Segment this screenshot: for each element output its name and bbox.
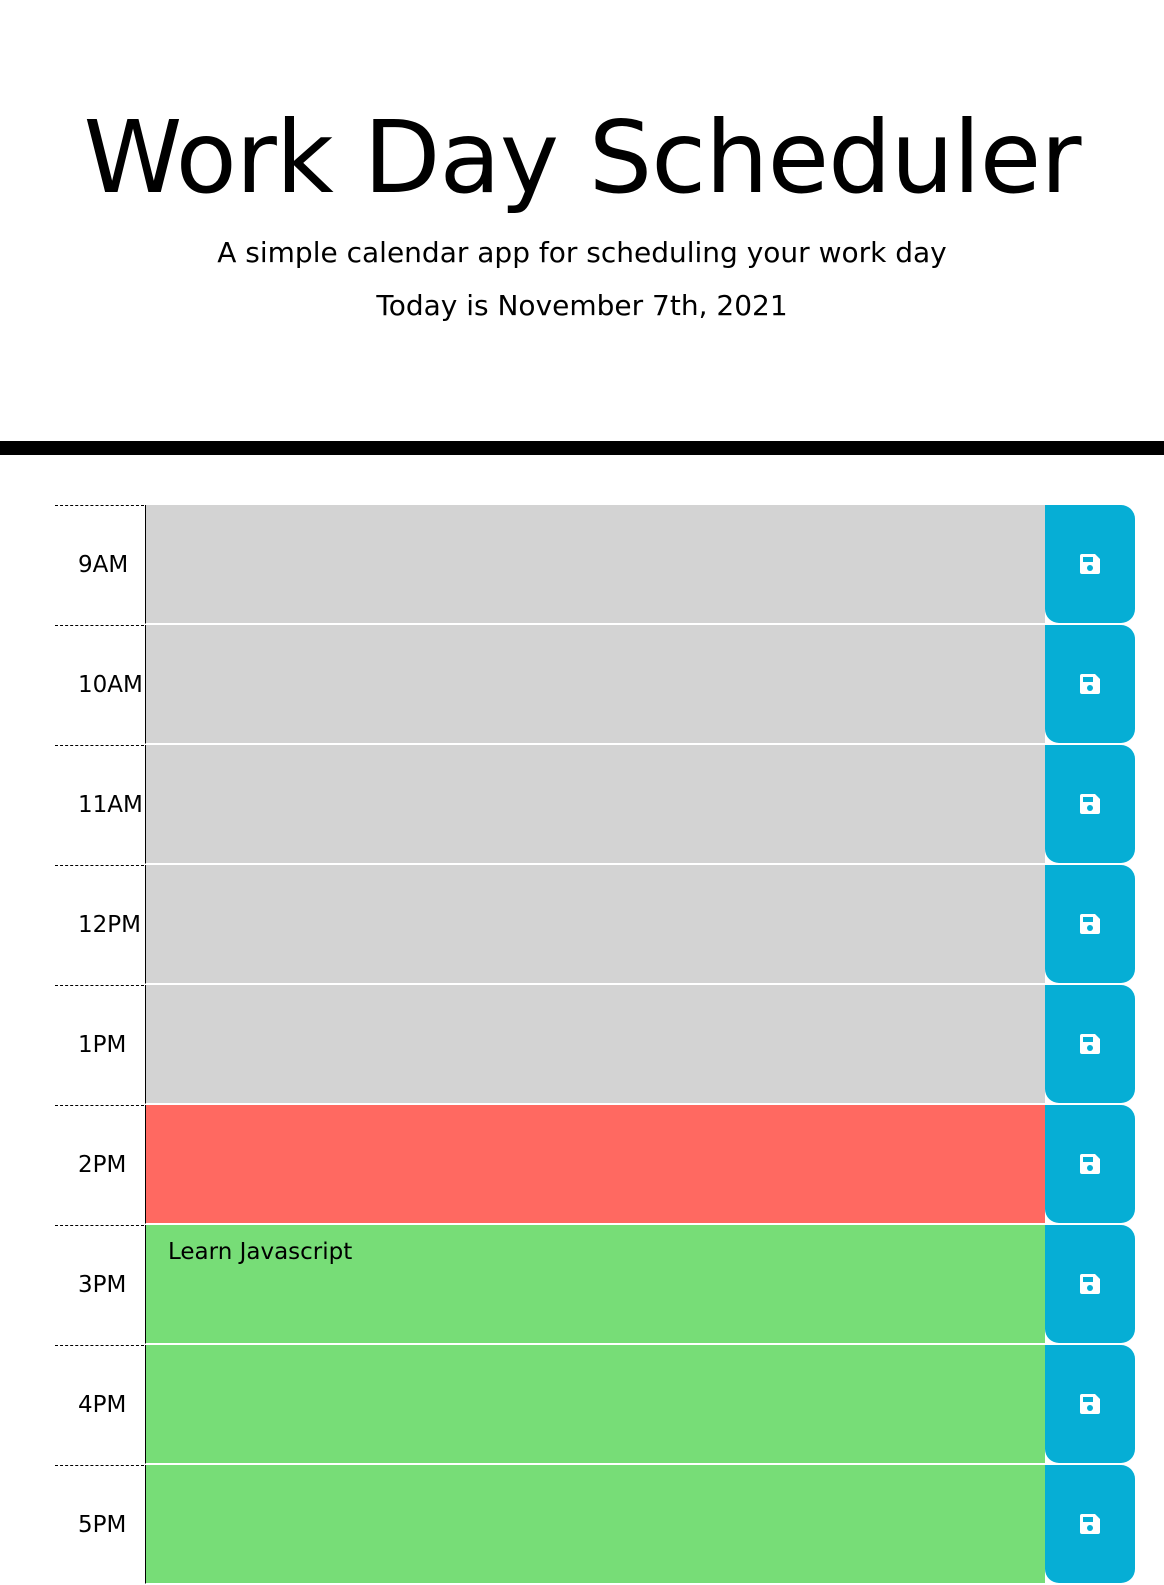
hour-label: 3PM bbox=[55, 1225, 144, 1345]
page-subtitle: A simple calendar app for scheduling you… bbox=[217, 236, 947, 269]
save-button[interactable] bbox=[1045, 1465, 1135, 1583]
event-description[interactable] bbox=[145, 1105, 1045, 1224]
hour-label: 9AM bbox=[55, 505, 144, 625]
hour-label: 10AM bbox=[55, 625, 144, 745]
save-button[interactable] bbox=[1045, 985, 1135, 1103]
time-block-row-5pm: 5PM bbox=[55, 1465, 1135, 1585]
time-block-row-4pm: 4PM bbox=[55, 1345, 1135, 1465]
hour-label: 11AM bbox=[55, 745, 144, 865]
time-block-row-9am: 9AM bbox=[55, 505, 1135, 625]
floppy-disk-icon bbox=[1079, 1033, 1101, 1055]
floppy-disk-icon bbox=[1079, 673, 1101, 695]
hour-label: 5PM bbox=[55, 1465, 144, 1585]
floppy-disk-icon bbox=[1079, 1273, 1101, 1295]
save-button[interactable] bbox=[1045, 505, 1135, 623]
event-description[interactable] bbox=[145, 745, 1045, 864]
hour-label: 1PM bbox=[55, 985, 144, 1105]
save-button[interactable] bbox=[1045, 625, 1135, 743]
save-button[interactable] bbox=[1045, 1225, 1135, 1343]
floppy-disk-icon bbox=[1079, 553, 1101, 575]
hour-label: 12PM bbox=[55, 865, 144, 985]
save-button[interactable] bbox=[1045, 745, 1135, 863]
event-description[interactable] bbox=[145, 865, 1045, 984]
time-block-row-11am: 11AM bbox=[55, 745, 1135, 865]
time-block-row-3pm: 3PM Learn Javascript bbox=[55, 1225, 1135, 1345]
floppy-disk-icon bbox=[1079, 913, 1101, 935]
time-block-row-10am: 10AM bbox=[55, 625, 1135, 745]
save-button[interactable] bbox=[1045, 865, 1135, 983]
time-block-row-1pm: 1PM bbox=[55, 985, 1135, 1105]
floppy-disk-icon bbox=[1079, 793, 1101, 815]
page-title: Work Day Scheduler bbox=[83, 99, 1082, 216]
event-description[interactable] bbox=[145, 505, 1045, 624]
floppy-disk-icon bbox=[1079, 1513, 1101, 1535]
event-description[interactable] bbox=[145, 985, 1045, 1104]
event-description[interactable] bbox=[145, 1345, 1045, 1464]
event-description[interactable]: Learn Javascript bbox=[145, 1225, 1045, 1344]
time-block-row-12pm: 12PM bbox=[55, 865, 1135, 985]
header: Work Day Scheduler A simple calendar app… bbox=[0, 0, 1164, 445]
event-description[interactable] bbox=[145, 1465, 1045, 1584]
floppy-disk-icon bbox=[1079, 1153, 1101, 1175]
current-date: Today is November 7th, 2021 bbox=[376, 289, 788, 322]
header-divider bbox=[0, 441, 1164, 455]
event-description[interactable] bbox=[145, 625, 1045, 744]
floppy-disk-icon bbox=[1079, 1393, 1101, 1415]
hour-label: 2PM bbox=[55, 1105, 144, 1225]
timeblock-list: 9AM 10AM 11AM 12PM 1PM 2PM 3PM Learn Jav… bbox=[55, 505, 1135, 1585]
time-block-row-2pm: 2PM bbox=[55, 1105, 1135, 1225]
save-button[interactable] bbox=[1045, 1345, 1135, 1463]
save-button[interactable] bbox=[1045, 1105, 1135, 1223]
hour-label: 4PM bbox=[55, 1345, 144, 1465]
